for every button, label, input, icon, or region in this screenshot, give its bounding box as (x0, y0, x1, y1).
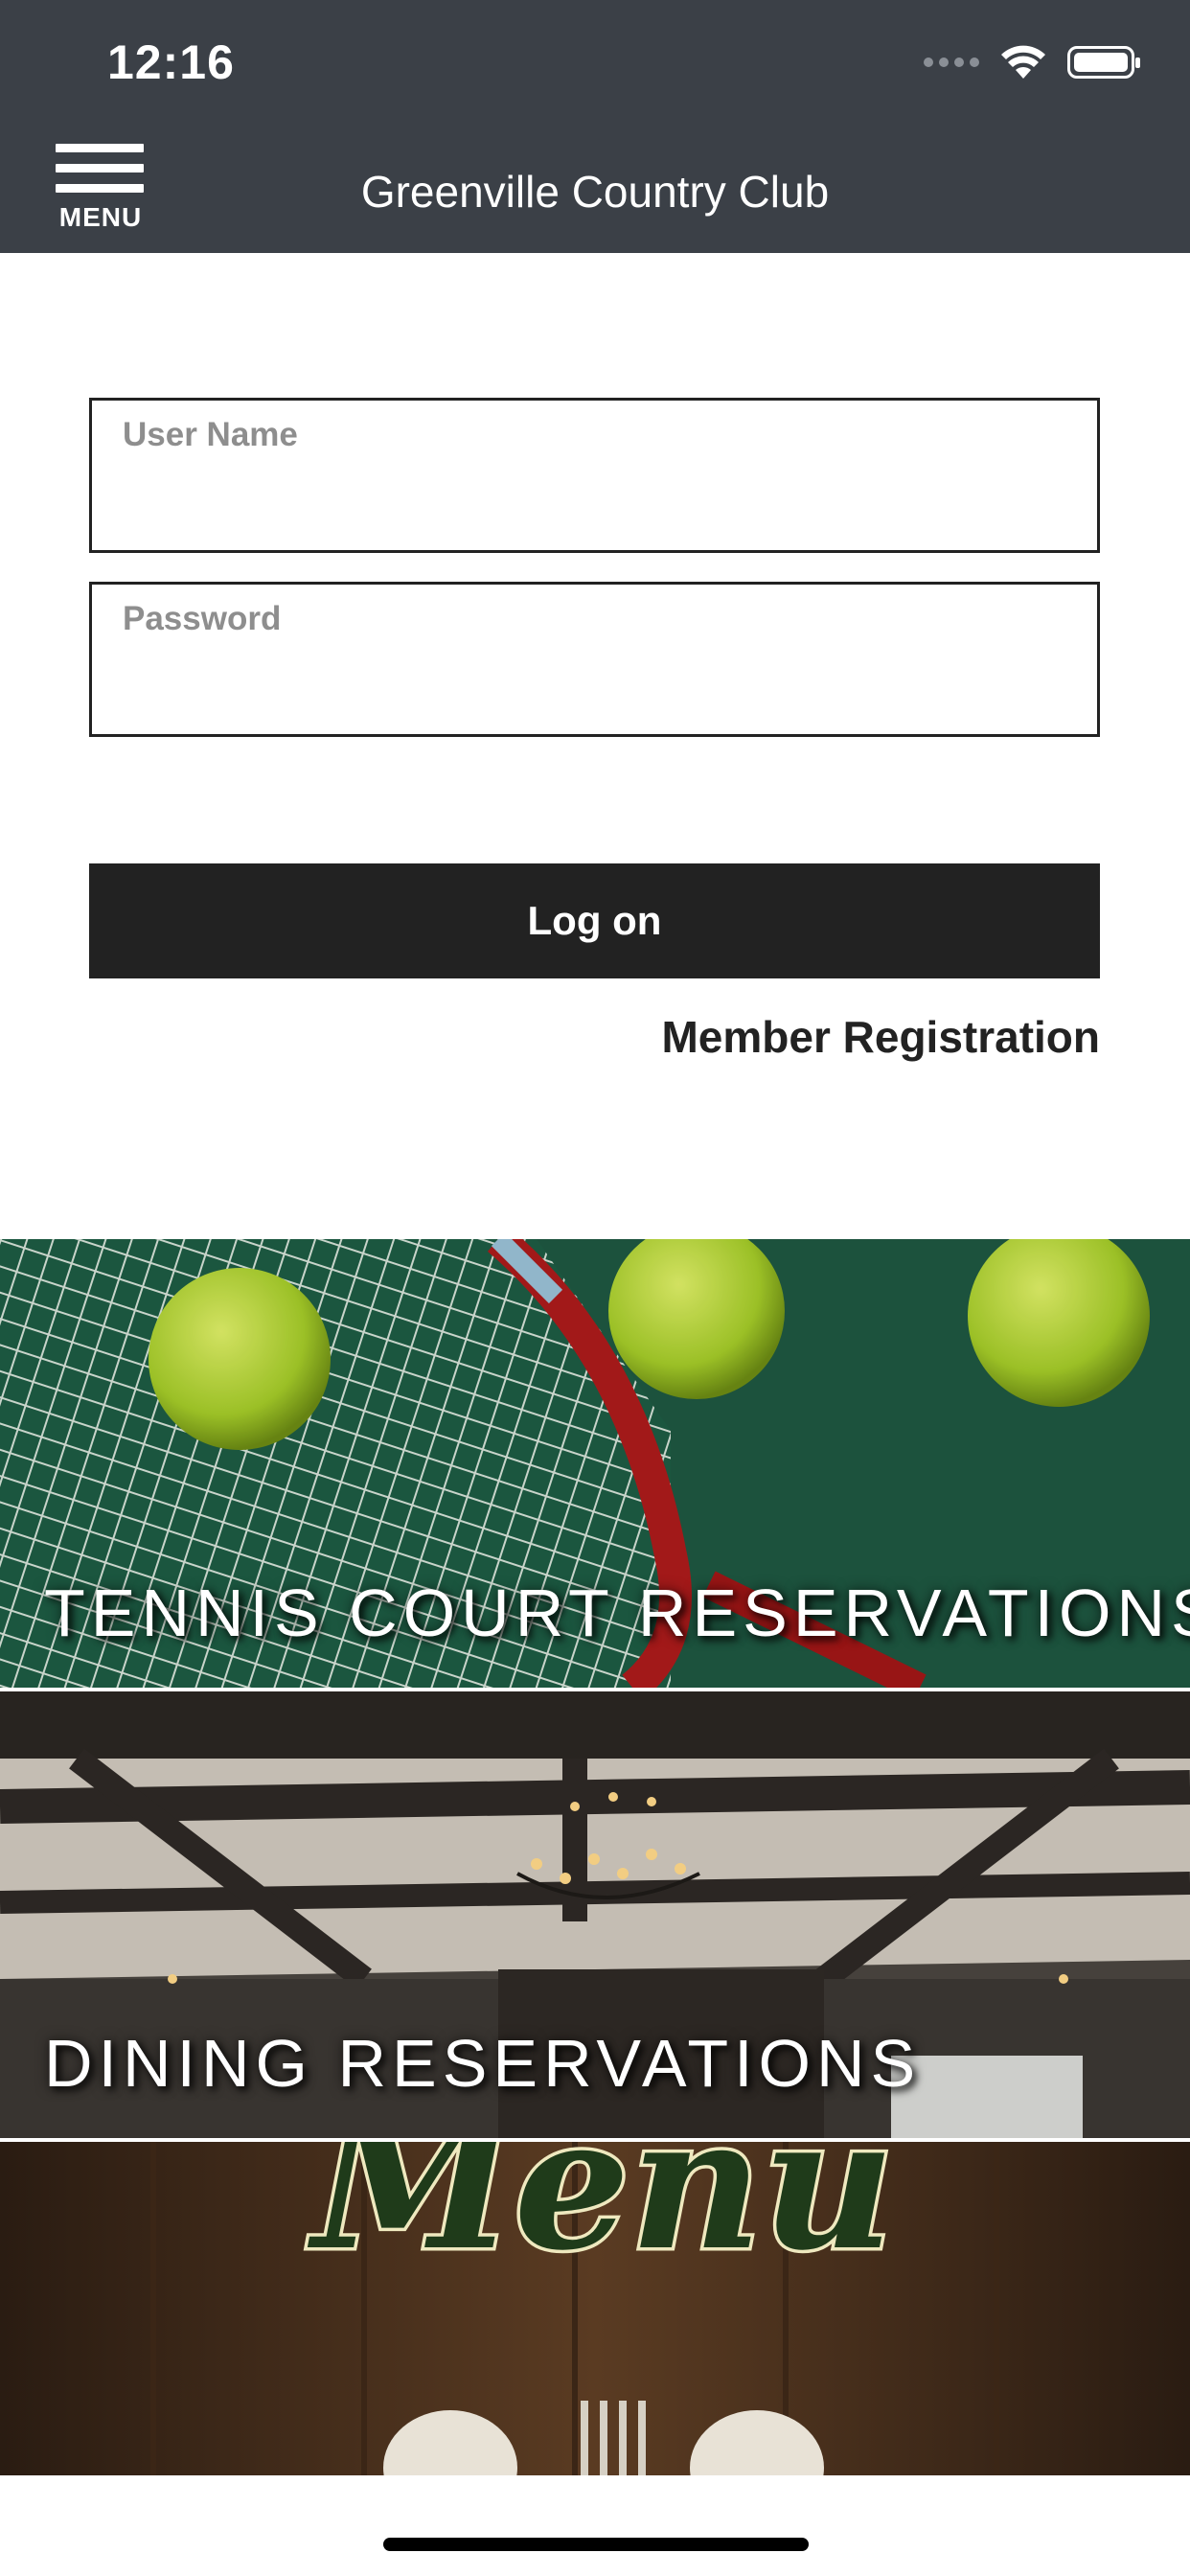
password-input[interactable] (92, 585, 1097, 734)
status-time: 12:16 (107, 35, 235, 89)
dining-reservations-tile[interactable]: DINING RESERVATIONS (0, 1691, 1190, 2138)
app-title: Greenville Country Club (360, 167, 830, 217)
menu-script-text: Menu (307, 2142, 894, 2290)
cellular-signal-icon (924, 58, 979, 67)
battery-icon (1067, 46, 1140, 79)
home-indicator (383, 2538, 809, 2551)
dining-reservations-label: DINING RESERVATIONS (44, 2026, 922, 2101)
tennis-reservations-tile[interactable]: TENNIS COURT RESERVATIONS (0, 1239, 1190, 1688)
status-icons (924, 44, 1140, 80)
tennis-reservations-label: TENNIS COURT RESERVATIONS (44, 1576, 1190, 1650)
menu-tile[interactable]: Menu (0, 2142, 1190, 2475)
password-field[interactable]: Password (89, 582, 1100, 737)
username-input[interactable] (92, 401, 1097, 550)
wifi-icon (1001, 45, 1045, 79)
member-registration-link[interactable]: Member Registration (661, 1011, 1100, 1063)
menu-image: Menu (0, 2142, 1190, 2475)
username-field[interactable]: User Name (89, 398, 1100, 553)
log-on-button[interactable]: Log on (89, 863, 1100, 978)
app-header: 12:16 MENU Greenville Country Club (0, 0, 1190, 253)
